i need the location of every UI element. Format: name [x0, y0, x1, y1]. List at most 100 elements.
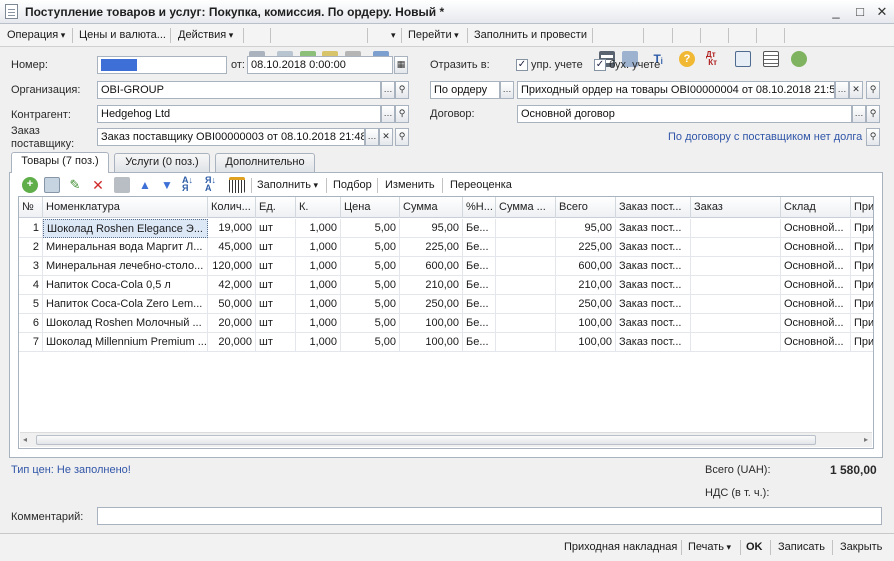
cell-order[interactable]: [691, 257, 781, 276]
cell-qty[interactable]: 45,000: [208, 238, 256, 257]
cell-sum[interactable]: 225,00: [400, 238, 463, 257]
cell-store[interactable]: Основной...: [781, 257, 851, 276]
supplier-order-select-button[interactable]: …: [365, 128, 379, 146]
cell-vat[interactable]: Бе...: [463, 314, 496, 333]
help-icon[interactable]: ?: [679, 51, 695, 67]
cell-k[interactable]: 1,000: [296, 314, 341, 333]
cell-qty[interactable]: 20,000: [208, 333, 256, 352]
table-row[interactable]: 2 Минеральная вода Маргит Л... 45,000 шт 1,0…: [19, 238, 873, 257]
cell-k[interactable]: 1,000: [296, 295, 341, 314]
cell-pri[interactable]: При: [851, 238, 873, 257]
by-order-select-button[interactable]: …: [500, 81, 514, 99]
move-up-icon[interactable]: ▲: [137, 177, 153, 193]
goto-menu[interactable]: Перейти: [408, 27, 459, 44]
cell-qty[interactable]: 42,000: [208, 276, 256, 295]
cell-vsum[interactable]: [496, 219, 556, 238]
column-header-total[interactable]: Всего: [556, 197, 616, 218]
number-field[interactable]: [97, 56, 227, 74]
prices-currency-button[interactable]: Цены и валюта...: [79, 27, 166, 44]
organization-select-button[interactable]: …: [381, 81, 395, 99]
cell-vat[interactable]: Бе...: [463, 295, 496, 314]
cell-qty[interactable]: 50,000: [208, 295, 256, 314]
date-field[interactable]: 08.10.2018 0:00:00: [247, 56, 393, 74]
table-row[interactable]: 1 Шоколад Roshen Elegance Э... 19,000 шт 1,0…: [19, 219, 873, 238]
accounting-checkbox[interactable]: ✓: [594, 59, 606, 71]
cell-qty[interactable]: 19,000: [208, 219, 256, 238]
debit-credit-icon[interactable]: Дт Кт: [706, 51, 722, 67]
cell-order[interactable]: [691, 238, 781, 257]
cell-n[interactable]: 3: [19, 257, 43, 276]
contract-open-icon[interactable]: ⚲: [866, 105, 880, 123]
selection-button[interactable]: Подбор: [333, 177, 372, 194]
cell-pri[interactable]: При: [851, 219, 873, 238]
cell-qty[interactable]: 20,000: [208, 314, 256, 333]
receipt-order-field[interactable]: Приходный ордер на товары OBI00000004 от…: [517, 81, 835, 99]
tab-goods[interactable]: Товары (7 поз.): [11, 152, 109, 173]
close-window-button[interactable]: ✕: [873, 3, 891, 20]
cell-vsum[interactable]: [496, 257, 556, 276]
table-row[interactable]: 7 Шоколад Millennium Premium ... 20,000 шт 1…: [19, 333, 873, 352]
end-edit-icon[interactable]: [114, 177, 130, 193]
cell-order[interactable]: [691, 276, 781, 295]
change-button[interactable]: Изменить: [385, 177, 435, 194]
cell-k[interactable]: 1,000: [296, 219, 341, 238]
supplier-order-clear-icon[interactable]: ✕: [379, 128, 393, 146]
cell-unit[interactable]: шт: [256, 333, 296, 352]
cell-vsum[interactable]: [496, 333, 556, 352]
cell-total[interactable]: 100,00: [556, 314, 616, 333]
cell-total[interactable]: 100,00: [556, 333, 616, 352]
maximize-button[interactable]: □: [851, 3, 869, 20]
cell-price[interactable]: 5,00: [341, 276, 400, 295]
cell-n[interactable]: 7: [19, 333, 43, 352]
column-header-supplier-order[interactable]: Заказ пост...: [616, 197, 691, 218]
column-header-unit[interactable]: Ед.: [256, 197, 296, 218]
contract-field[interactable]: Основной договор: [517, 105, 852, 123]
add-row-icon[interactable]: +: [22, 177, 38, 193]
tab-services[interactable]: Услуги (0 поз.): [114, 153, 210, 172]
cell-name[interactable]: Напиток Coca-Cola Zero Lem...: [43, 295, 208, 314]
barcode-icon[interactable]: [229, 177, 245, 193]
fill-and-post-button[interactable]: Заполнить и провести: [474, 27, 587, 44]
column-header-order[interactable]: Заказ: [691, 197, 781, 218]
cell-total[interactable]: 600,00: [556, 257, 616, 276]
horizontal-scrollbar[interactable]: ◂ ▸: [20, 432, 872, 447]
table-row[interactable]: 3 Минеральная лечебно-столо... 120,000 шт 1,…: [19, 257, 873, 276]
cell-store[interactable]: Основной...: [781, 295, 851, 314]
revalue-button[interactable]: Переоценка: [450, 177, 512, 194]
supplier-order-field[interactable]: Заказ поставщику OBI00000003 от 08.10.20…: [97, 128, 365, 146]
cell-n[interactable]: 1: [19, 219, 43, 238]
cell-name[interactable]: Шоколад Roshen Elegance Э...: [43, 219, 208, 238]
scrollbar-thumb[interactable]: [36, 435, 816, 445]
cell-sum[interactable]: 100,00: [400, 333, 463, 352]
cell-price[interactable]: 5,00: [341, 257, 400, 276]
report-icon[interactable]: [763, 51, 779, 67]
cell-price[interactable]: 5,00: [341, 333, 400, 352]
cell-name[interactable]: Шоколад Millennium Premium ...: [43, 333, 208, 352]
cell-sorder[interactable]: Заказ пост...: [616, 314, 691, 333]
cell-vat[interactable]: Бе...: [463, 219, 496, 238]
receipt-invoice-button[interactable]: Приходная накладная: [564, 539, 677, 556]
receipt-order-select-button[interactable]: …: [835, 81, 849, 99]
column-header-receipt[interactable]: При: [851, 197, 873, 218]
cell-vat[interactable]: Бе...: [463, 333, 496, 352]
cell-name[interactable]: Минеральная вода Маргит Л...: [43, 238, 208, 257]
cell-sum[interactable]: 100,00: [400, 314, 463, 333]
cell-sum[interactable]: 250,00: [400, 295, 463, 314]
cell-name[interactable]: Минеральная лечебно-столо...: [43, 257, 208, 276]
cell-price[interactable]: 5,00: [341, 219, 400, 238]
cell-sum[interactable]: 600,00: [400, 257, 463, 276]
tab-additional[interactable]: Дополнительно: [215, 153, 315, 172]
cell-vsum[interactable]: [496, 295, 556, 314]
column-header-sum[interactable]: Сумма: [400, 197, 463, 218]
cell-price[interactable]: 5,00: [341, 295, 400, 314]
cell-n[interactable]: 2: [19, 238, 43, 257]
cell-k[interactable]: 1,000: [296, 333, 341, 352]
cell-unit[interactable]: шт: [256, 276, 296, 295]
cell-n[interactable]: 6: [19, 314, 43, 333]
cell-store[interactable]: Основной...: [781, 238, 851, 257]
comment-field[interactable]: [97, 507, 882, 525]
column-header-quantity[interactable]: Колич...: [208, 197, 256, 218]
cell-pri[interactable]: При: [851, 333, 873, 352]
organization-open-icon[interactable]: ⚲: [395, 81, 409, 99]
structure-dropdown-icon[interactable]: ▾: [391, 27, 396, 44]
